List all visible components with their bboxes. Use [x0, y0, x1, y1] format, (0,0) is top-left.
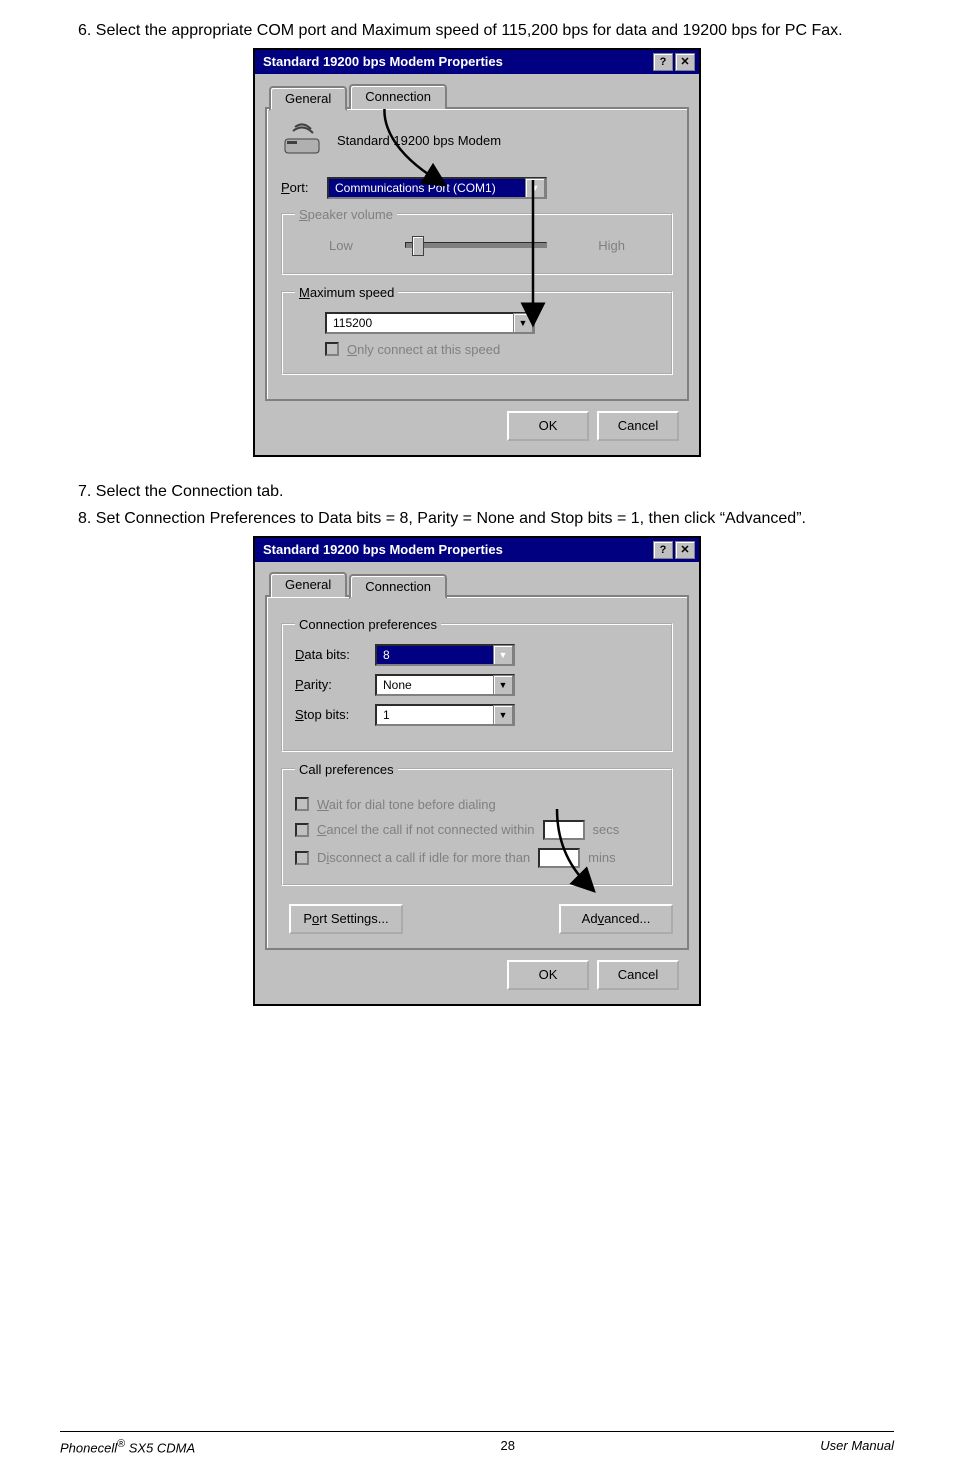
- only-connect-checkbox[interactable]: [325, 342, 339, 356]
- cancel-button[interactable]: Cancel: [597, 960, 679, 990]
- data-bits-combobox[interactable]: 8 ▼: [375, 644, 515, 666]
- volume-high-label: High: [598, 238, 625, 253]
- instruction-8: 8. Set Connection Preferences to Data bi…: [60, 508, 894, 530]
- data-bits-value: 8: [377, 648, 493, 662]
- dialog2-tabs: General Connection: [269, 572, 689, 597]
- connection-preferences-group: Connection preferences Data bits: 8 ▼ Pa…: [281, 617, 673, 752]
- port-label: Port:: [281, 180, 317, 195]
- advanced-label: Advanced...: [582, 911, 651, 926]
- port-settings-button[interactable]: Port Settings...: [289, 904, 403, 934]
- call-preferences-legend: Call preferences: [295, 762, 398, 777]
- volume-slider-thumb[interactable]: [412, 236, 424, 256]
- speaker-volume-legend: Speaker volume: [295, 207, 397, 222]
- footer-product: Phonecell® SX5 CDMA: [60, 1438, 195, 1455]
- chevron-down-icon: ▼: [513, 313, 533, 333]
- help-button[interactable]: ?: [653, 53, 673, 71]
- modem-icon: [281, 123, 323, 159]
- dialog2-connection-panel: Connection preferences Data bits: 8 ▼ Pa…: [265, 595, 689, 950]
- modem-name-label: Standard 19200 bps Modem: [337, 133, 501, 148]
- help-button[interactable]: ?: [653, 541, 673, 559]
- dialog1-title: Standard 19200 bps Modem Properties: [259, 54, 651, 69]
- max-speed-value: 115200: [327, 316, 513, 330]
- secs-label: secs: [593, 822, 620, 837]
- modem-properties-connection-dialog: Standard 19200 bps Modem Properties ? ✕ …: [253, 536, 701, 1006]
- advanced-button[interactable]: Advanced...: [559, 904, 673, 934]
- wait-dial-checkbox[interactable]: [295, 797, 309, 811]
- max-speed-combobox[interactable]: 115200 ▼: [325, 312, 535, 334]
- cancel-call-seconds-input[interactable]: [543, 820, 585, 840]
- footer-page-number: 28: [501, 1438, 515, 1455]
- chevron-down-icon: ▼: [493, 675, 513, 695]
- page-footer: Phonecell® SX5 CDMA 28 User Manual: [60, 1431, 894, 1455]
- instruction-7: 7. Select the Connection tab.: [60, 481, 894, 503]
- close-button[interactable]: ✕: [675, 53, 695, 71]
- parity-label: Parity:: [295, 677, 365, 692]
- stop-bits-combobox[interactable]: 1 ▼: [375, 704, 515, 726]
- disconnect-idle-label: Disconnect a call if idle for more than: [317, 850, 530, 865]
- stop-bits-label: Stop bits:: [295, 707, 365, 722]
- disconnect-idle-checkbox[interactable]: [295, 851, 309, 865]
- tab-connection[interactable]: Connection: [349, 574, 447, 599]
- chevron-down-icon: ▼: [493, 705, 513, 725]
- call-preferences-group: Call preferences Wait for dial tone befo…: [281, 762, 673, 886]
- wait-dial-label: Wait for dial tone before dialing: [317, 797, 496, 812]
- port-value: Communications Port (COM1): [329, 181, 525, 195]
- ok-button[interactable]: OK: [507, 411, 589, 441]
- mins-label: mins: [588, 850, 615, 865]
- only-connect-label: Only connect at this speed: [347, 342, 500, 357]
- dialog1-general-panel: Standard 19200 bps Modem Port: Communica…: [265, 107, 689, 401]
- volume-slider[interactable]: [405, 242, 547, 248]
- tab-connection[interactable]: Connection: [349, 84, 447, 109]
- volume-low-label: Low: [329, 238, 353, 253]
- chevron-down-icon: ▼: [525, 178, 545, 198]
- maximum-speed-legend: Maximum speed: [295, 285, 398, 300]
- connection-preferences-legend: Connection preferences: [295, 617, 441, 632]
- tab-general[interactable]: General: [269, 572, 347, 597]
- chevron-down-icon: ▼: [493, 645, 513, 665]
- maximum-speed-group: Maximum speed: [281, 285, 673, 375]
- cancel-call-label: Cancel the call if not connected within: [317, 822, 535, 837]
- parity-value: None: [377, 678, 493, 692]
- port-combobox[interactable]: Communications Port (COM1) ▼: [327, 177, 547, 199]
- instruction-6: 6. Select the appropriate COM port and M…: [60, 20, 894, 42]
- close-button[interactable]: ✕: [675, 541, 695, 559]
- ok-button[interactable]: OK: [507, 960, 589, 990]
- parity-combobox[interactable]: None ▼: [375, 674, 515, 696]
- speaker-volume-group: Speaker volume Low High: [281, 207, 673, 275]
- modem-properties-general-dialog: Standard 19200 bps Modem Properties ? ✕ …: [253, 48, 701, 457]
- cancel-button[interactable]: Cancel: [597, 411, 679, 441]
- dialog1-tabs: General Connection: [269, 84, 689, 109]
- cancel-call-checkbox[interactable]: [295, 823, 309, 837]
- data-bits-label: Data bits:: [295, 647, 365, 662]
- stop-bits-value: 1: [377, 708, 493, 722]
- disconnect-idle-mins-input[interactable]: [538, 848, 580, 868]
- dialog2-titlebar: Standard 19200 bps Modem Properties ? ✕: [255, 538, 699, 562]
- dialog2-title: Standard 19200 bps Modem Properties: [259, 542, 651, 557]
- footer-right: User Manual: [820, 1438, 894, 1455]
- port-settings-label: Port Settings...: [303, 911, 388, 926]
- dialog1-titlebar: Standard 19200 bps Modem Properties ? ✕: [255, 50, 699, 74]
- tab-general[interactable]: General: [269, 86, 347, 111]
